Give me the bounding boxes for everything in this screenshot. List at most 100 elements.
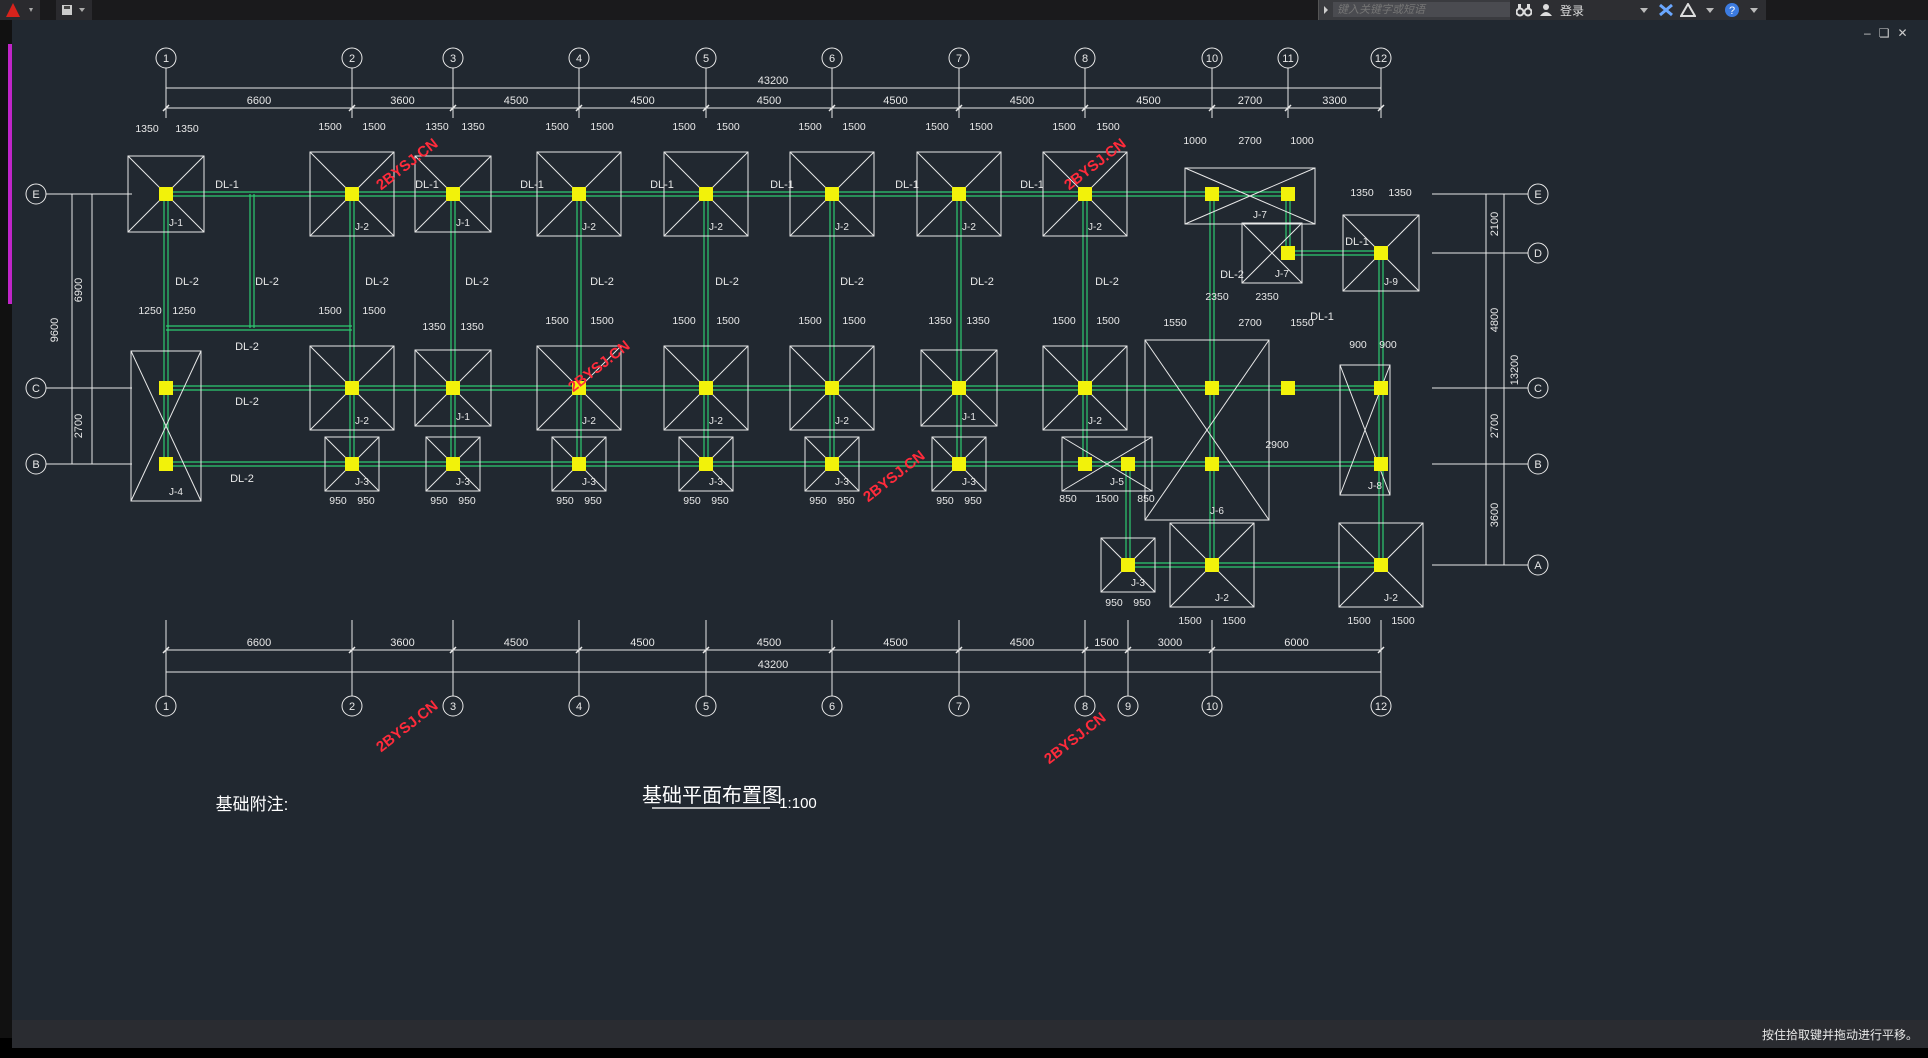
pad-dimension: 950 xyxy=(1105,597,1123,609)
pad-dimension: 2350 xyxy=(1205,291,1229,303)
column xyxy=(952,457,966,471)
pad-dimension: 1350 xyxy=(175,123,199,135)
drawing-title: 基础平面布置图 xyxy=(642,784,782,807)
foundation-beam xyxy=(166,325,352,331)
pad-dimension: 1500 xyxy=(1096,121,1120,133)
column xyxy=(1205,381,1219,395)
binoculars-icon[interactable] xyxy=(1516,2,1532,18)
pad-dimension: 1500 xyxy=(318,305,342,317)
dimension-text: 6900 xyxy=(73,278,85,302)
dimension-text: 3600 xyxy=(1489,503,1501,527)
column xyxy=(952,381,966,395)
pad-dimension: 1250 xyxy=(138,305,162,317)
pad-dimension: 1550 xyxy=(1163,317,1187,329)
minimize-icon[interactable]: – xyxy=(1864,26,1871,40)
pad-dimension: 1500 xyxy=(798,121,822,133)
pad-dimension: 1500 xyxy=(545,121,569,133)
pad-dimension: 850 xyxy=(1059,493,1077,505)
pad-dimension: 1500 xyxy=(1347,615,1371,627)
search-input[interactable] xyxy=(1333,2,1511,17)
beam-label: DL-2 xyxy=(465,276,489,288)
footing-label: J-1 xyxy=(962,412,976,423)
pad-dimension: 2350 xyxy=(1255,291,1279,303)
footing-label: J-3 xyxy=(1131,578,1145,589)
axis-label-bottom: 8 xyxy=(1082,701,1088,713)
foundation-beam xyxy=(1125,464,1131,565)
footing-label: J-2 xyxy=(582,416,596,427)
footing-label: J-2 xyxy=(355,222,369,233)
user-icon[interactable] xyxy=(1538,2,1554,18)
foundation-beams xyxy=(163,191,1384,568)
cad-drawing[interactable]: 1 2 3 4 5 6 7 8 10 11 121 2 3 4 5 6 7 8 9 10 12ECBEDCBA43200… xyxy=(12,20,1928,1020)
column xyxy=(1374,381,1388,395)
column xyxy=(1205,457,1219,471)
pad-dimension: 2900 xyxy=(1265,439,1289,451)
pad-dimension: 900 xyxy=(1349,339,1367,351)
pad-dimension: 850 xyxy=(1137,493,1155,505)
footing-label: J-5 xyxy=(1110,477,1124,488)
foundation-beam xyxy=(956,194,962,464)
column xyxy=(1205,558,1219,572)
foundation-beam xyxy=(450,194,456,464)
triangle-icon[interactable] xyxy=(1680,2,1696,18)
exchange-icon[interactable] xyxy=(1658,2,1674,18)
axis-label-top: 1 xyxy=(163,53,169,65)
dimension-total: 43200 xyxy=(758,75,789,87)
beam-label: DL-2 xyxy=(235,396,259,408)
drawing-canvas[interactable]: 1 2 3 4 5 6 7 8 10 11 12 1 2 3 4 5 6 7 8 9 10 12 E C B E D C B A 43200… xyxy=(12,20,1928,1020)
pad-dimension: 1350 xyxy=(135,123,159,135)
axis-label-right: B xyxy=(1534,459,1541,471)
pad-dimension: 1500 xyxy=(590,315,614,327)
dimension-text: 6000 xyxy=(1284,637,1308,649)
watermark-text: 2BYSJ.CN xyxy=(860,447,928,506)
column xyxy=(345,381,359,395)
pad-dimension: 950 xyxy=(458,495,476,507)
pad-dimension: 1250 xyxy=(172,305,196,317)
dimension-text: 4500 xyxy=(1010,95,1034,107)
pad-dimension: 1500 xyxy=(969,121,993,133)
footing-label: J-3 xyxy=(709,477,723,488)
dropdown-arrow-icon[interactable] xyxy=(1746,2,1762,18)
pad-dimension: 950 xyxy=(1133,597,1151,609)
save-icon[interactable] xyxy=(56,0,92,20)
pad-dimension: 1500 xyxy=(1095,493,1119,505)
axis-label-top: 2 xyxy=(349,53,355,65)
pad-dimension: 1500 xyxy=(1096,315,1120,327)
expand-arrow-icon[interactable] xyxy=(1321,0,1331,20)
dropdown-arrow-icon[interactable] xyxy=(1636,2,1652,18)
column xyxy=(825,457,839,471)
axis-label-top: 12 xyxy=(1375,53,1387,65)
footing-label: J-1 xyxy=(456,412,470,423)
close-icon[interactable]: ✕ xyxy=(1897,26,1907,40)
autocad-logo-icon[interactable] xyxy=(0,0,40,20)
column xyxy=(1374,558,1388,572)
top-toolbar: 登录 ? xyxy=(0,0,1928,20)
footing-label: J-1 xyxy=(169,218,183,229)
column xyxy=(1078,457,1092,471)
pad-dimension: 950 xyxy=(809,495,827,507)
footing-label: J-2 xyxy=(709,222,723,233)
login-button[interactable]: 登录 xyxy=(1560,2,1630,19)
pad-dimension: 1350 xyxy=(422,321,446,333)
beam-label: DL-2 xyxy=(255,276,279,288)
beam-label: DL-1 xyxy=(415,179,439,191)
pad-dimension: 1500 xyxy=(925,121,949,133)
pad-dimension: 1350 xyxy=(1388,187,1412,199)
pad-dimension: 1500 xyxy=(590,121,614,133)
help-icon[interactable]: ? xyxy=(1724,2,1740,18)
dropdown-arrow-icon[interactable] xyxy=(1702,2,1718,18)
dimension-text: 3300 xyxy=(1322,95,1346,107)
footings xyxy=(127,151,1424,608)
beam-label: DL-1 xyxy=(520,179,544,191)
dimension-text: 4500 xyxy=(757,637,781,649)
pad-dimension: 950 xyxy=(329,495,347,507)
axis-label-top: 6 xyxy=(829,53,835,65)
dimension-text: 3600 xyxy=(390,637,414,649)
restore-icon[interactable]: ❏ xyxy=(1879,26,1890,40)
column xyxy=(1205,187,1219,201)
axis-label-bottom: 12 xyxy=(1375,701,1387,713)
footing-label: J-2 xyxy=(835,222,849,233)
column xyxy=(572,187,586,201)
axis-label-right: D xyxy=(1534,248,1542,260)
beam-label: DL-1 xyxy=(895,179,919,191)
